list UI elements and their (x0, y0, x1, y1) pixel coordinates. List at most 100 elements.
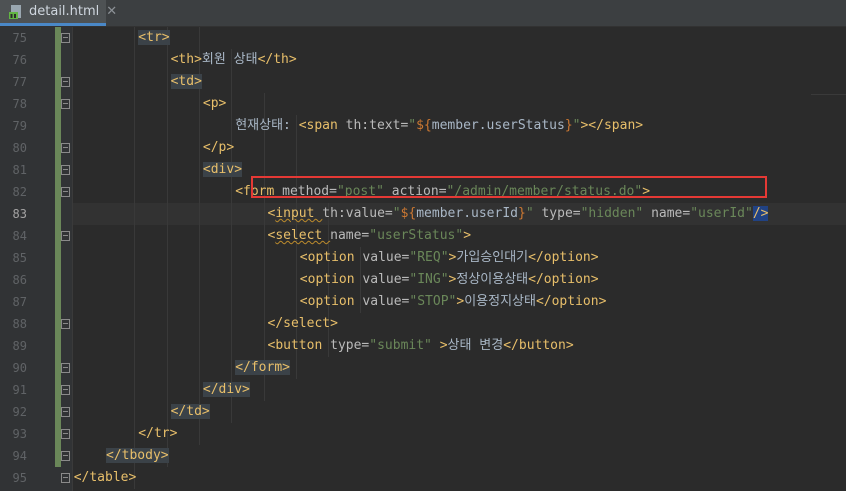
fold-toggle-icon[interactable] (61, 319, 70, 329)
fold-toggle-icon[interactable] (61, 451, 70, 461)
code-token: > (463, 228, 472, 243)
code-token-group: </div> (202, 382, 250, 397)
code-line[interactable]: <div> (202, 159, 243, 181)
line-number: 87 (12, 295, 27, 309)
line-number: 95 (12, 471, 27, 485)
code-token-group: <input th:value="${member.userId}" type=… (268, 206, 769, 221)
code-line[interactable]: 현재상태: <span th:text="${member.userStatus… (235, 115, 643, 137)
code-token-group: <td> (170, 74, 202, 89)
code-token: tr (146, 30, 162, 45)
fold-toggle-icon[interactable] (61, 165, 70, 175)
fold-toggle-icon[interactable] (61, 231, 70, 241)
code-token: > (642, 184, 651, 199)
code-token: " (525, 206, 542, 221)
fold-toggle-icon[interactable] (61, 143, 70, 153)
code-token: button (275, 338, 331, 353)
line-number: 78 (12, 97, 27, 111)
line-number: 75 (12, 31, 27, 45)
line-number: 82 (12, 185, 27, 199)
code-token: member.userStatus (431, 118, 565, 133)
line-number: 94 (12, 449, 27, 463)
line-number: 91 (12, 383, 27, 397)
code-line[interactable]: <td> (170, 71, 202, 93)
indent-guide (166, 27, 168, 467)
code-token: > (242, 382, 250, 397)
code-token: > (234, 162, 243, 177)
code-token: name= (651, 206, 691, 221)
fold-toggle-icon[interactable] (61, 429, 70, 439)
code-token-group: <option value="REQ">가입승인대기</option> (300, 250, 599, 265)
code-token: "STOP" (409, 294, 457, 309)
code-token: option (307, 294, 363, 309)
code-token-group: <form method="post" action="/admin/membe… (235, 184, 650, 199)
code-token: option (307, 272, 363, 287)
code-token: </ (267, 316, 284, 331)
code-line[interactable]: </table> (74, 467, 137, 489)
code-token: </ (106, 448, 122, 463)
code-token: > (330, 316, 338, 331)
code-line[interactable]: </td> (170, 401, 210, 423)
code-token: td (178, 74, 195, 89)
fold-toggle-icon[interactable] (61, 473, 70, 483)
code-token: ></ (580, 118, 604, 133)
tab-detail-html[interactable]: detail.html ✕ (0, 0, 117, 26)
code-line[interactable]: </tbody> (106, 445, 169, 467)
line-number: 92 (12, 405, 27, 419)
indent-guide (134, 27, 136, 489)
ide-window: detail.html ✕ 75 76 77 78 79 80 81 82 83 84 85 86 87… (0, 0, 846, 491)
code-token: > (598, 294, 607, 309)
code-line[interactable]: </form> (235, 357, 290, 379)
code-token: 정상이용상태 (456, 272, 529, 287)
line-number: 88 (12, 317, 27, 331)
code-line[interactable]: </div> (202, 379, 250, 401)
code-token: "/admin/member/status.do" (446, 184, 643, 199)
code-line[interactable]: <option value="ING">정상이용상태</option> (300, 269, 599, 291)
fold-toggle-icon[interactable] (61, 77, 70, 87)
code-token-group: <option value="ING">정상이용상태</option> (300, 272, 599, 287)
code-editor[interactable]: <tr> <th>회원 상태</th> <td> <p> 현재상태: <span th:… (73, 27, 846, 491)
fold-toggle-icon[interactable] (61, 385, 70, 395)
code-line[interactable]: <option value="STOP">이용정지상태</option> (300, 291, 607, 313)
code-line[interactable]: <th>회원 상태</th> (171, 49, 297, 71)
code-line[interactable]: </select> (268, 313, 338, 335)
code-line[interactable]: <p> (203, 93, 226, 115)
code-token: </ (535, 294, 552, 309)
code-token: "post" (336, 184, 392, 199)
tab-label: detail.html (29, 4, 100, 19)
code-line[interactable]: </p> (203, 137, 234, 159)
fold-toggle-icon[interactable] (61, 187, 70, 197)
code-line[interactable]: </tr> (138, 423, 177, 445)
code-token: > (288, 52, 297, 67)
code-token-group: <div> (202, 162, 243, 177)
code-token: form (250, 360, 283, 375)
code-line[interactable]: <button type="submit" >상태 변경</button> (268, 335, 574, 357)
code-token: > (169, 426, 178, 441)
code-token-group: </tbody> (106, 448, 169, 463)
vcs-change-marker[interactable] (55, 27, 61, 467)
fold-toggle-icon[interactable] (61, 33, 70, 43)
fold-toggle-icon[interactable] (61, 363, 70, 373)
close-icon[interactable]: ✕ (106, 4, 117, 19)
code-token-group: </select> (268, 316, 338, 331)
code-token: tr (153, 426, 170, 441)
editor-tab-bar: detail.html ✕ (0, 0, 846, 27)
code-line[interactable]: <form method="post" action="/admin/membe… (235, 181, 650, 203)
line-number: 83 (12, 207, 27, 221)
code-line[interactable]: <select name="userStatus"> (268, 225, 472, 247)
code-token: div (218, 382, 243, 397)
code-token: input (275, 206, 323, 221)
line-number-gutter[interactable]: 75 76 77 78 79 80 81 82 83 84 85 86 87 88 89 90 91 92 93 94… (0, 27, 72, 491)
code-token: > (194, 74, 202, 89)
code-token: > (282, 360, 290, 375)
code-line[interactable]: <option value="REQ">가입승인대기</option> (300, 247, 599, 269)
code-line[interactable]: <input th:value="${member.userId}" type=… (268, 203, 769, 225)
code-token: > (590, 250, 599, 265)
code-line[interactable]: <tr> (138, 27, 170, 49)
code-token: </ (202, 382, 219, 397)
code-token: 이용정지상태 (464, 294, 536, 309)
fold-toggle-icon[interactable] (61, 407, 70, 417)
fold-toggle-icon[interactable] (61, 99, 70, 109)
code-token: 상태 변경 (447, 338, 504, 353)
indent-guide (231, 49, 233, 423)
code-token: type= (330, 338, 370, 353)
